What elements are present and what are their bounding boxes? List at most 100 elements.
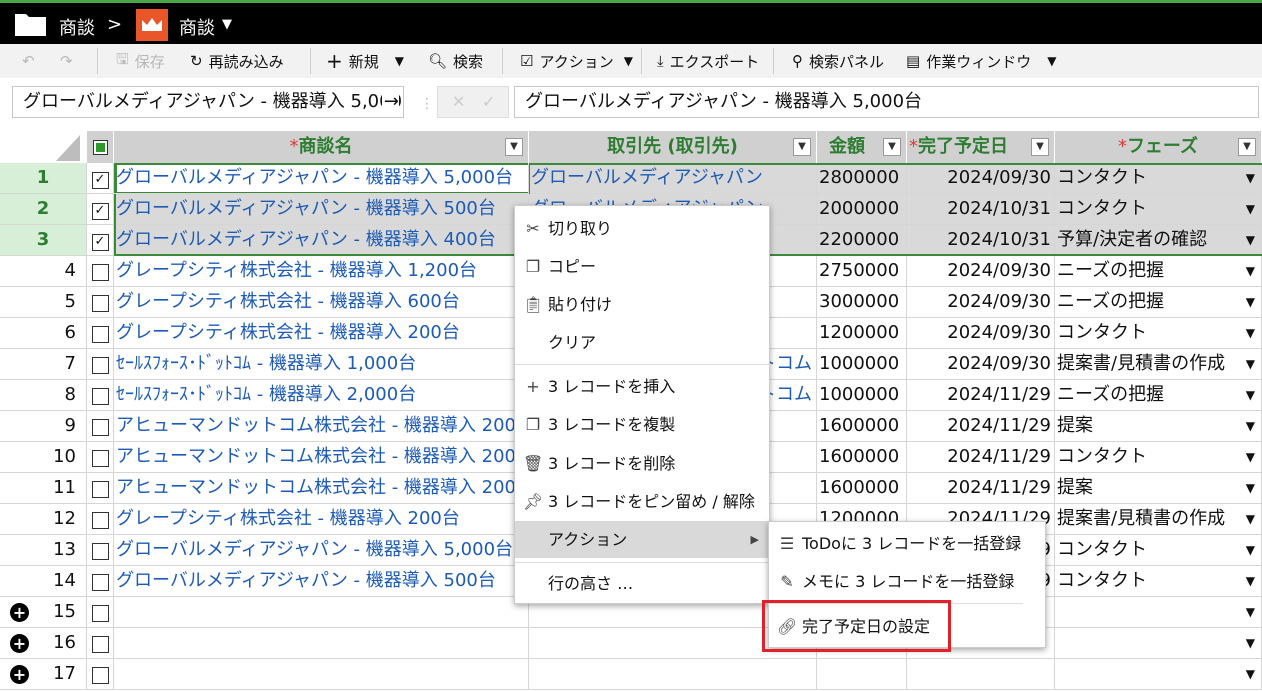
search-panel-button[interactable]: ⚲ 検索パネル bbox=[792, 44, 884, 78]
export-button[interactable]: ⤓ エクスポート bbox=[657, 44, 759, 78]
cell-phase[interactable]: 提案 ▼ bbox=[1055, 473, 1262, 504]
add-row-icon[interactable]: + bbox=[10, 603, 29, 622]
chevron-down-icon[interactable]: ▼ bbox=[1246, 380, 1255, 410]
row-checkbox[interactable]: ✓ bbox=[87, 194, 114, 225]
menu-item-action[interactable]: アクション ▶ bbox=[515, 521, 769, 558]
chevron-down-icon[interactable]: ▼ bbox=[1246, 256, 1255, 286]
cell-account[interactable] bbox=[529, 659, 817, 690]
menu-item-row-height[interactable]: 行の高さ … bbox=[515, 565, 769, 602]
row-number[interactable]: +16 bbox=[0, 628, 87, 659]
menu-item-cut[interactable]: ✂ 切り取り bbox=[515, 210, 769, 247]
work-window-button[interactable]: ▤ 作業ウィンドウ ▼ bbox=[906, 44, 1056, 78]
chevron-down-icon[interactable]: ▼ bbox=[1246, 349, 1255, 379]
row-checkbox[interactable] bbox=[87, 380, 114, 411]
cell-phase[interactable]: コンタクト ▼ bbox=[1055, 442, 1262, 473]
cell-close-date[interactable]: 2024/10/31 bbox=[907, 194, 1055, 225]
cell-name[interactable]: グローバルメディアジャパン - 機器導入 400台 bbox=[114, 225, 529, 256]
drag-handle-icon[interactable]: ⋮ bbox=[420, 96, 434, 112]
menu-item-duplicate[interactable]: ❐ 3 レコードを複製 bbox=[515, 406, 769, 443]
cell-close-date[interactable]: 2024/09/30 bbox=[907, 318, 1055, 349]
row-checkbox[interactable] bbox=[87, 256, 114, 287]
menu-item-clear[interactable]: クリア bbox=[515, 324, 769, 361]
cell-phase[interactable]: 提案書/見積書の作成 ▼ bbox=[1055, 349, 1262, 380]
cell-close-date[interactable]: 2024/09/30 bbox=[907, 287, 1055, 318]
reload-button[interactable]: ↻ 再読み込み bbox=[190, 44, 284, 78]
chevron-down-icon[interactable]: ▼ bbox=[1246, 659, 1255, 689]
cell-amount[interactable]: 1000000 bbox=[817, 349, 907, 380]
chevron-down-icon[interactable]: ▼ bbox=[1246, 504, 1255, 534]
row-checkbox[interactable] bbox=[87, 535, 114, 566]
row-number[interactable]: 6 bbox=[0, 318, 87, 349]
cell-phase[interactable]: コンタクト ▼ bbox=[1055, 318, 1262, 349]
cell-name[interactable]: グローバルメディアジャパン - 機器導入 5,000台 bbox=[114, 163, 529, 194]
row-checkbox[interactable] bbox=[87, 318, 114, 349]
cell-close-date[interactable] bbox=[907, 659, 1055, 690]
row-number[interactable]: 5 bbox=[0, 287, 87, 318]
chevron-down-icon[interactable]: ▼ bbox=[1238, 138, 1256, 156]
cell-amount[interactable]: 2000000 bbox=[817, 194, 907, 225]
cell-name[interactable] bbox=[114, 659, 529, 690]
row-number[interactable]: 14 bbox=[0, 566, 87, 597]
row-number[interactable]: 9 bbox=[0, 411, 87, 442]
column-header-amount[interactable]: 金額 ▼ bbox=[817, 131, 907, 163]
cell-phase[interactable]: ニーズの把握 ▼ bbox=[1055, 287, 1262, 318]
row-checkbox[interactable] bbox=[87, 504, 114, 535]
cell-amount[interactable]: 1600000 bbox=[817, 442, 907, 473]
cell-phase[interactable]: コンタクト ▼ bbox=[1055, 566, 1262, 597]
row-checkbox[interactable] bbox=[87, 411, 114, 442]
chevron-down-icon[interactable]: ▼ bbox=[883, 138, 901, 156]
name-box[interactable]: グローバルメディアジャパン - 機器導入 5,000 → bbox=[12, 86, 404, 118]
cell-phase[interactable]: ニーズの把握 ▼ bbox=[1055, 380, 1262, 411]
cell-amount[interactable]: 1600000 bbox=[817, 473, 907, 504]
chevron-down-icon[interactable]: ▼ bbox=[1246, 163, 1255, 193]
chevron-down-icon[interactable]: ▼ bbox=[1246, 287, 1255, 317]
chevron-down-icon[interactable]: ▼ bbox=[1246, 194, 1255, 224]
row-number[interactable]: 1 bbox=[0, 163, 87, 194]
cell-close-date[interactable]: 2024/11/29 bbox=[907, 442, 1055, 473]
menu-item-delete[interactable]: 🗑︎ 3 レコードを削除 bbox=[515, 445, 769, 482]
row-number[interactable]: 13 bbox=[0, 535, 87, 566]
cell-close-date[interactable]: 2024/09/30 bbox=[907, 163, 1055, 194]
cell-amount[interactable]: 2800000 bbox=[817, 163, 907, 194]
arrow-right-icon[interactable]: → bbox=[381, 87, 399, 117]
row-checkbox[interactable] bbox=[87, 628, 114, 659]
cell-name[interactable]: アヒューマンドットコム株式会社 - 機器導入 200台 bbox=[114, 411, 529, 442]
chevron-down-icon[interactable]: ▼ bbox=[1047, 54, 1056, 68]
redo-button[interactable]: ↷ bbox=[60, 44, 73, 78]
cell-close-date[interactable]: 2024/09/30 bbox=[907, 349, 1055, 380]
cell-name[interactable]: アヒューマンドットコム株式会社 - 機器導入 200台 bbox=[114, 442, 529, 473]
row-checkbox[interactable]: ✓ bbox=[87, 225, 114, 256]
cell-phase[interactable]: 提案 ▼ bbox=[1055, 411, 1262, 442]
row-checkbox[interactable] bbox=[87, 349, 114, 380]
cell-name[interactable]: グローバルメディアジャパン - 機器導入 5,000台 bbox=[114, 535, 529, 566]
cell-phase[interactable]: ニーズの把握 ▼ bbox=[1055, 256, 1262, 287]
cell-name[interactable]: アヒューマンドットコム株式会社 - 機器導入 200台 bbox=[114, 473, 529, 504]
undo-button[interactable]: ↶ bbox=[22, 44, 35, 78]
row-number[interactable]: 4 bbox=[0, 256, 87, 287]
chevron-down-icon[interactable]: ▼ bbox=[1246, 473, 1255, 503]
menu-item-copy[interactable]: ❐ コピー bbox=[515, 248, 769, 285]
cell-phase[interactable]: ▼ bbox=[1055, 628, 1262, 659]
cell-name[interactable]: ｾｰﾙｽﾌｫｰｽ･ﾄﾞｯﾄｺﾑ - 機器導入 2,000台 bbox=[114, 380, 529, 411]
cell-name[interactable]: グレープシティ株式会社 - 機器導入 200台 bbox=[114, 318, 529, 349]
cell-amount[interactable]: 2200000 bbox=[817, 225, 907, 256]
chevron-down-icon[interactable]: ▼ bbox=[1246, 225, 1255, 255]
cell-amount[interactable]: 1000000 bbox=[817, 380, 907, 411]
cell-name[interactable]: グレープシティ株式会社 - 機器導入 1,200台 bbox=[114, 256, 529, 287]
corner-cell[interactable] bbox=[0, 131, 87, 163]
add-row-icon[interactable]: + bbox=[10, 634, 29, 653]
row-number[interactable]: 11 bbox=[0, 473, 87, 504]
row-number[interactable]: 12 bbox=[0, 504, 87, 535]
row-number[interactable]: 3 bbox=[0, 225, 87, 256]
chevron-down-icon[interactable]: ▼ bbox=[395, 54, 404, 68]
submenu-item-todo[interactable]: ☰ ToDoに 3 レコードを一括登録 bbox=[769, 525, 1045, 562]
chevron-down-icon[interactable]: ▼ bbox=[1246, 411, 1255, 441]
row-checkbox[interactable]: ✓ bbox=[87, 163, 114, 194]
cell-phase[interactable]: ▼ bbox=[1055, 659, 1262, 690]
formula-input[interactable]: グローバルメディアジャパン - 機器導入 5,000台 bbox=[514, 86, 1259, 118]
cell-close-date[interactable]: 2024/10/31 bbox=[907, 225, 1055, 256]
chevron-down-icon[interactable]: ▼ bbox=[793, 138, 811, 156]
chevron-down-icon[interactable]: ▼ bbox=[1246, 628, 1255, 658]
confirm-icon[interactable]: ✓ bbox=[482, 87, 495, 117]
cell-amount[interactable]: 1200000 bbox=[817, 318, 907, 349]
